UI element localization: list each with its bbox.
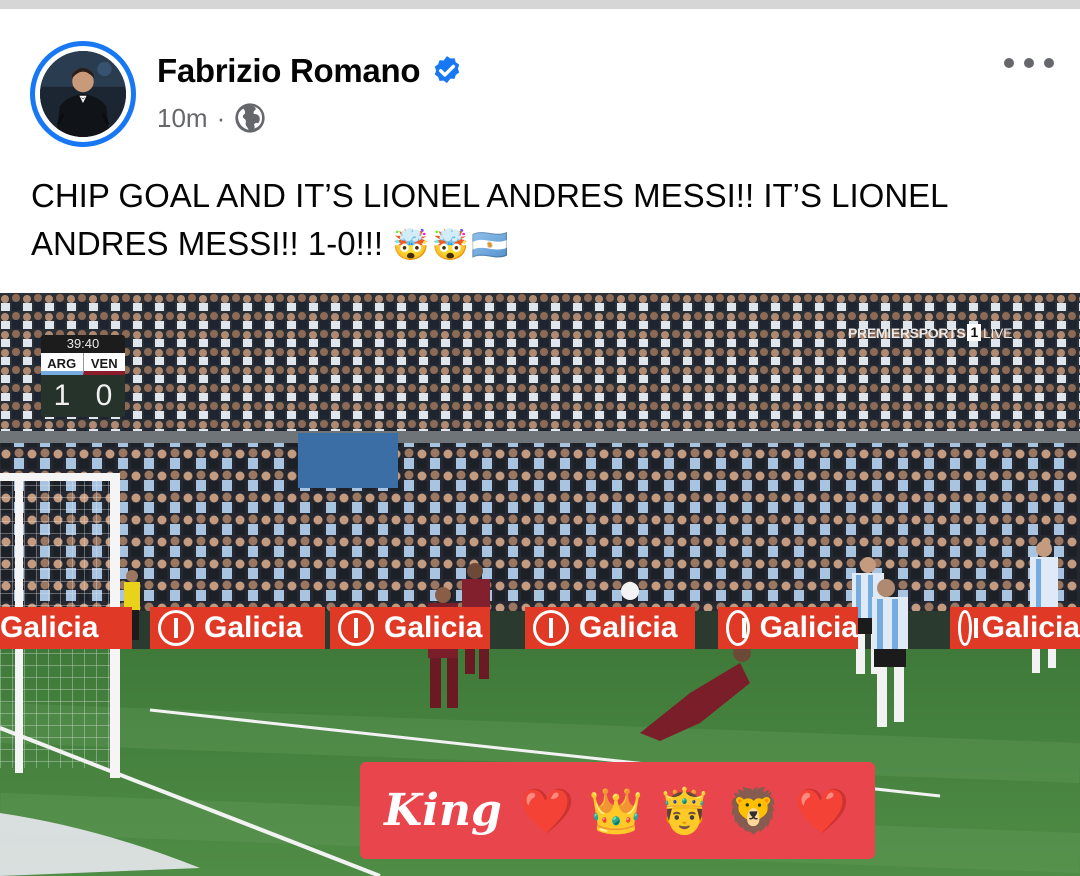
ad-board: Galicia	[950, 607, 1080, 649]
broadcaster-live: LIVE	[982, 324, 1013, 341]
avatar-photo	[40, 51, 126, 137]
ad-board-text: Galicia	[0, 611, 99, 644]
bank-logo-icon	[958, 610, 978, 646]
ad-board: Galicia	[0, 607, 132, 649]
post-text: CHIP GOAL AND IT’S LIONEL ANDRES MESSI!!…	[31, 172, 1051, 270]
bank-logo-icon	[726, 610, 750, 646]
more-options-dot	[1044, 58, 1054, 68]
avatar-image	[40, 51, 126, 137]
king-sticker: King ❤️👑🤴🦁❤️	[360, 762, 875, 859]
sticker-emojis: ❤️👑🤴🦁❤️	[519, 785, 864, 837]
post-emojis: 🤯🤯🇦🇷	[392, 228, 511, 263]
top-strip	[0, 0, 1080, 9]
ad-board-text: Galicia	[384, 611, 483, 644]
away-score: 0	[95, 379, 113, 412]
sticker-text: King	[384, 785, 502, 836]
ad-board-text: Galicia	[204, 611, 303, 644]
match-clock: 39:40	[41, 335, 125, 353]
scorebug: 39:40 ARG VEN 1 0	[41, 335, 125, 417]
avatar[interactable]	[30, 41, 136, 147]
author-row: Fabrizio Romano	[157, 51, 464, 91]
verified-badge-icon	[435, 56, 460, 84]
bank-logo-icon	[533, 610, 569, 646]
scorebug-scores: 1 0	[41, 375, 125, 417]
post-media[interactable]: Galicia Galicia Galicia Galicia Galicia …	[0, 293, 1080, 876]
ad-board: Galicia	[525, 607, 695, 649]
home-score: 1	[53, 379, 71, 412]
post-timestamp[interactable]: 10m	[157, 103, 208, 134]
broadcaster-logo: PREMIERSPORTS 1 LIVE	[848, 324, 1012, 341]
bank-logo-icon	[158, 610, 194, 646]
scorebug-teams: ARG VEN	[41, 353, 125, 375]
home-team: ARG	[41, 353, 83, 375]
author-name[interactable]: Fabrizio Romano	[157, 52, 420, 90]
post-meta: 10m ·	[157, 102, 266, 134]
ad-board-text: Galicia	[579, 611, 678, 644]
broadcaster-name: PREMIERSPORTS	[848, 324, 966, 341]
meta-separator: ·	[216, 102, 226, 133]
post-header: Fabrizio Romano 10m ·	[0, 9, 1080, 159]
ad-board-text: Galicia	[759, 611, 858, 644]
broadcaster-channel: 1	[967, 324, 981, 341]
ad-board: Galicia	[718, 607, 858, 649]
ad-board: Galicia	[150, 607, 325, 649]
more-options-button[interactable]	[1000, 49, 1058, 77]
bank-logo-icon	[338, 610, 374, 646]
more-options-icon	[1004, 58, 1014, 68]
more-options-dot	[1024, 58, 1034, 68]
globe-icon[interactable]	[234, 102, 266, 134]
ad-board-text: Galicia	[981, 611, 1080, 644]
away-team: VEN	[82, 353, 125, 375]
ad-board: Galicia	[330, 607, 490, 649]
